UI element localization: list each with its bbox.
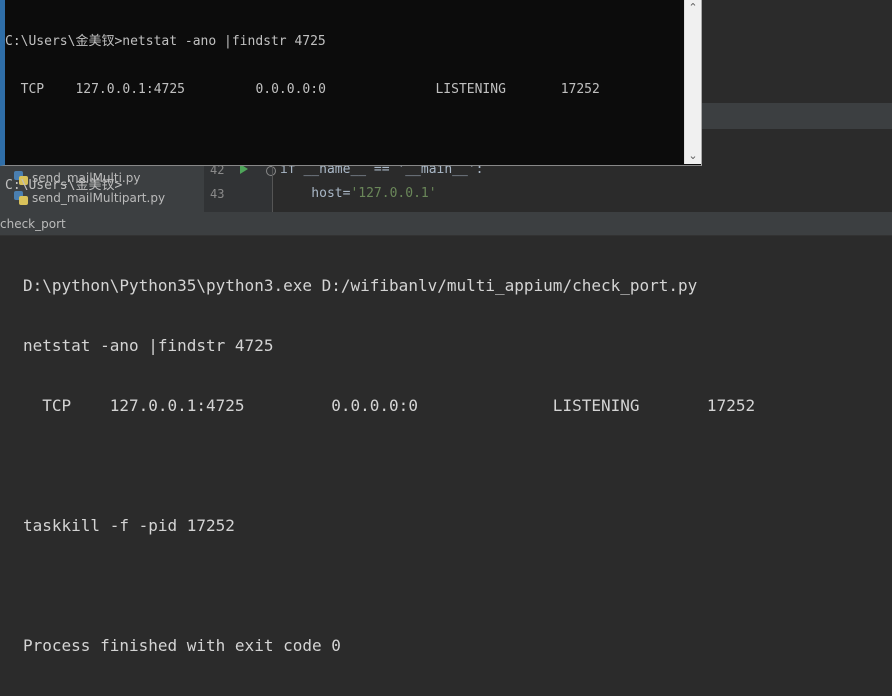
cmd-line: TCP 127.0.0.1:4725 0.0.0.0:0 LISTENING 1…: [5, 82, 600, 97]
chevron-down-icon[interactable]: ⌄: [688, 150, 698, 162]
run-tool-window-header: check_port: [0, 212, 892, 236]
run-console[interactable]: D:\python\Python35\python3.exe D:/wifiba…: [0, 236, 892, 655]
console-line: netstat -ano |findstr 4725: [23, 336, 274, 355]
cmd-output: C:\Users\金美钗>netstat -ano |findstr 4725 …: [5, 2, 685, 226]
run-tab-check-port[interactable]: check_port: [0, 217, 66, 231]
chevron-up-icon[interactable]: ⌃: [688, 2, 698, 14]
console-line: D:\python\Python35\python3.exe D:/wifiba…: [23, 276, 698, 295]
console-line: TCP 127.0.0.1:4725 0.0.0.0:0 LISTENING 1…: [23, 396, 756, 415]
ide-toolbar-right: [702, 103, 892, 129]
console-line: Process finished with exit code 0: [23, 636, 341, 655]
cmd-scrollbar[interactable]: ⌃ ⌄: [684, 0, 701, 164]
console-output: D:\python\Python35\python3.exe D:/wifiba…: [23, 236, 755, 696]
cmd-line: [5, 130, 685, 146]
cmd-window[interactable]: C:\Users\金美钗>netstat -ano |findstr 4725 …: [0, 0, 702, 193]
cmd-prompt[interactable]: C:\Users\金美钗>: [5, 178, 685, 194]
cmd-line: C:\Users\金美钗>netstat -ano |findstr 4725: [5, 34, 326, 49]
console-line: taskkill -f -pid 17252: [23, 516, 235, 535]
